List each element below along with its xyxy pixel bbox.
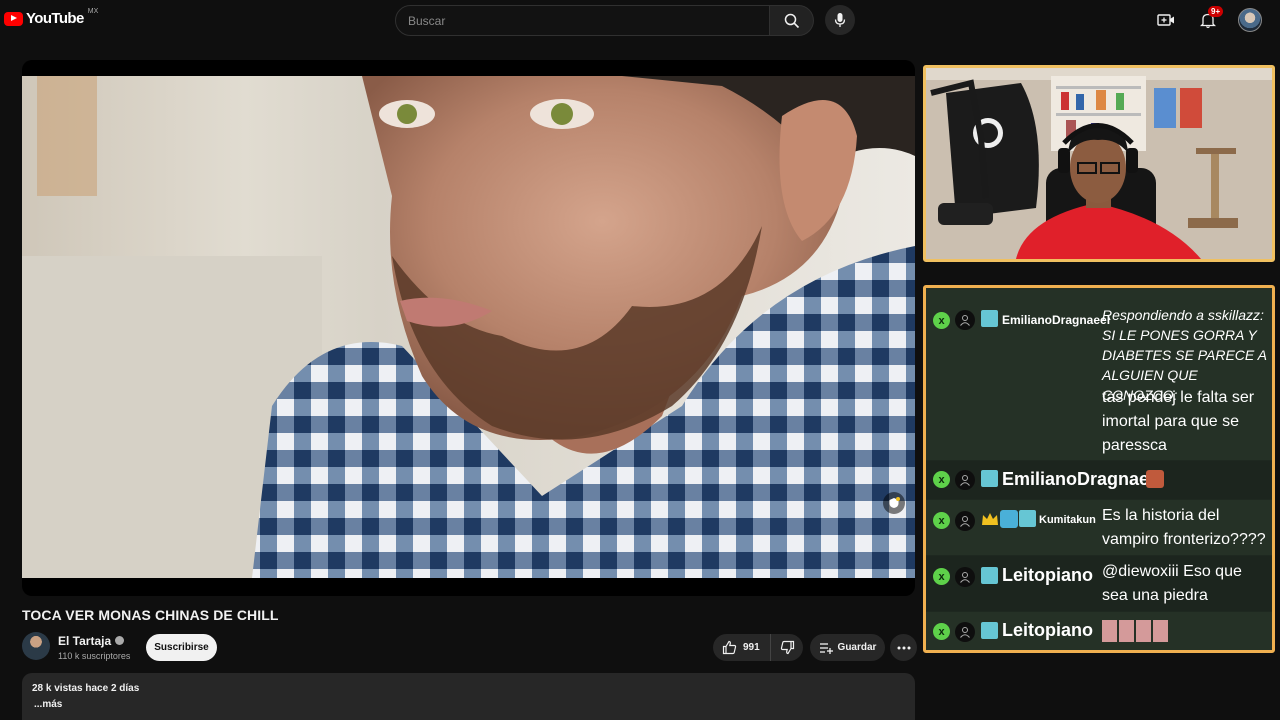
create-video-icon xyxy=(1157,14,1174,26)
subscriber-count: 110 k suscriptores xyxy=(58,651,131,661)
paid-promotion-icon[interactable] xyxy=(883,492,905,514)
video-title: TOCA VER MONAS CHINAS DE CHILL xyxy=(22,607,279,623)
mod-x-badge-icon: x xyxy=(933,471,950,488)
search-icon xyxy=(784,13,799,28)
notification-count-badge: 9+ xyxy=(1208,6,1224,17)
shield-icon xyxy=(889,497,900,508)
chat-message-text: tas pendej le falta ser imortal para que… xyxy=(1102,389,1255,454)
emote-icon xyxy=(1119,620,1134,642)
channel-avatar[interactable] xyxy=(22,632,50,660)
user-silhouette-icon xyxy=(955,567,975,587)
emote-row xyxy=(1102,620,1168,642)
microphone-icon xyxy=(834,13,846,27)
search-button[interactable] xyxy=(770,5,814,36)
subscriber-badge-icon xyxy=(981,470,998,487)
like-button[interactable]: 991 xyxy=(713,634,771,661)
mod-x-badge-icon: x xyxy=(933,512,950,529)
webcam-overlay xyxy=(923,65,1275,262)
chat-message: x Leitopiano xyxy=(926,612,1272,650)
chat-message-text: Es la historia del vampiro fronterizo???… xyxy=(1102,507,1266,548)
channel-name-link[interactable]: El Tartaja xyxy=(58,634,125,648)
mod-x-badge-icon: x xyxy=(933,623,950,640)
chat-message-text: @diewoxiii Eso que sea una piedra xyxy=(1102,563,1242,604)
video-frame-image xyxy=(22,76,915,578)
save-button[interactable]: Guardar xyxy=(810,634,885,661)
top-bar: YouTube MX Buscar 9+ xyxy=(0,0,1280,40)
emote-icon xyxy=(1146,470,1164,488)
verified-icon xyxy=(115,636,125,645)
more-actions-button[interactable] xyxy=(890,634,917,661)
emote-icon xyxy=(1102,620,1117,642)
chat-message: x Kumitakun Es la historia del vampiro f… xyxy=(926,500,1272,555)
notifications-button[interactable]: 9+ xyxy=(1196,6,1224,32)
like-dislike-group: 991 xyxy=(713,634,803,661)
chat-message: x EmilianoDragnaeel Respondiendo a sskil… xyxy=(926,288,1272,460)
video-frame xyxy=(22,76,915,578)
youtube-play-icon xyxy=(4,11,23,26)
mod-x-badge-icon: x xyxy=(933,312,950,329)
subscribe-button[interactable]: Suscribirse xyxy=(146,634,217,661)
user-silhouette-icon xyxy=(955,622,975,642)
emote-icon xyxy=(1136,620,1151,642)
user-silhouette-icon xyxy=(955,470,975,490)
chat-message: x EmilianoDragnaeel xyxy=(926,461,1272,499)
voice-search-button[interactable] xyxy=(825,5,855,35)
region-label: MX xyxy=(87,8,99,15)
create-button[interactable] xyxy=(1154,8,1178,32)
gg-badge-icon xyxy=(1000,510,1018,528)
thumbs-up-icon xyxy=(722,640,737,655)
chat-username: Leitopiano xyxy=(1002,620,1093,640)
channel-name: El Tartaja xyxy=(58,634,112,648)
chat-message: x Leitopiano @diewoxiii Eso que sea una … xyxy=(926,556,1272,611)
playlist-add-icon xyxy=(819,642,833,654)
crown-badge-icon xyxy=(982,513,998,525)
subscriber-badge-icon xyxy=(981,622,998,639)
subscriber-badge-icon xyxy=(1019,510,1036,527)
more-horizontal-icon xyxy=(897,646,910,649)
dislike-button[interactable] xyxy=(771,634,803,661)
like-count: 991 xyxy=(743,642,760,653)
search-input[interactable]: Buscar xyxy=(395,5,770,36)
chat-username: EmilianoDragnaeel xyxy=(1002,469,1165,489)
logo-text: YouTube xyxy=(26,10,84,27)
emote-icon xyxy=(1153,620,1168,642)
thumbs-down-icon xyxy=(780,640,794,655)
chat-username: Kumitakun xyxy=(1039,514,1096,526)
chat-username: Leitopiano xyxy=(1002,565,1093,585)
show-more-link[interactable]: ...más xyxy=(32,699,905,710)
mod-x-badge-icon: x xyxy=(933,568,950,585)
live-chat-overlay: x EmilianoDragnaeel Respondiendo a sskil… xyxy=(923,285,1275,653)
user-silhouette-icon xyxy=(955,310,975,330)
header-actions: 9+ xyxy=(1154,6,1262,32)
chat-username: EmilianoDragnaeel xyxy=(1002,313,1111,327)
subscriber-badge-icon xyxy=(981,310,998,327)
youtube-logo[interactable]: YouTube MX xyxy=(4,8,99,27)
views-and-date: 28 k vistas hace 2 días xyxy=(32,683,140,694)
account-avatar[interactable] xyxy=(1238,8,1262,32)
subscriber-badge-icon xyxy=(981,567,998,584)
search-bar: Buscar xyxy=(395,5,815,36)
save-label: Guardar xyxy=(837,642,877,653)
webcam-image xyxy=(926,68,1272,259)
user-silhouette-icon xyxy=(955,511,975,531)
description-box[interactable]: 28 k vistas hace 2 días ...más xyxy=(22,673,915,720)
video-player[interactable] xyxy=(22,60,915,596)
